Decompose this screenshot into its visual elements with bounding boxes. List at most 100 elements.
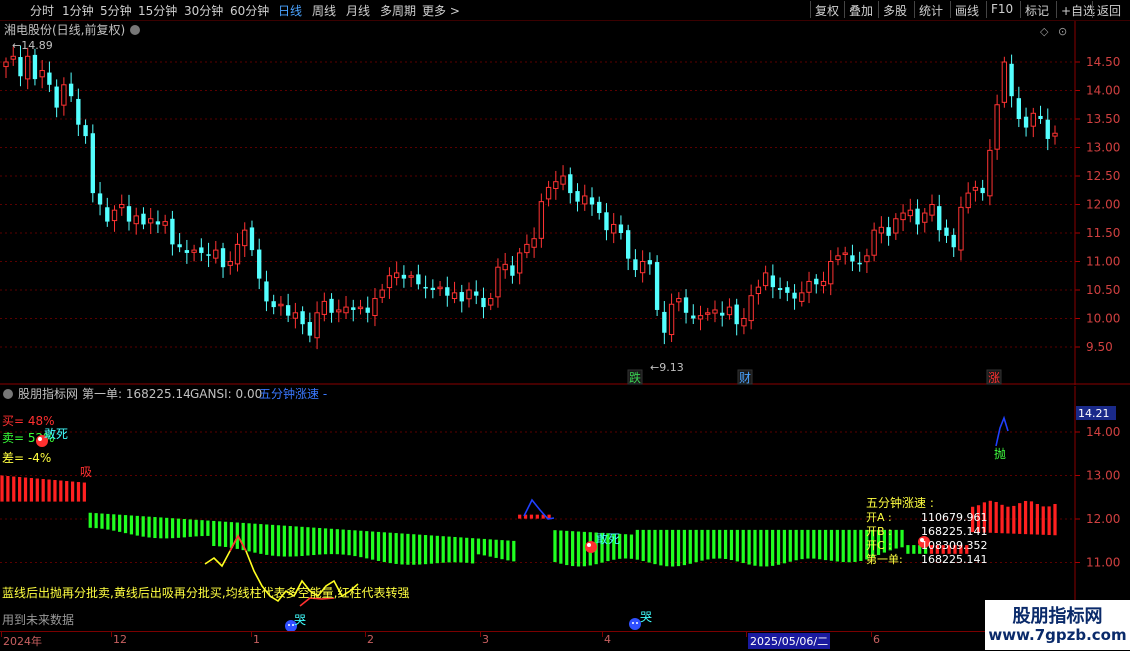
energy-bar [1018,503,1022,534]
date-label-4: 3 [482,633,489,646]
energy-bar [388,532,392,564]
energy-bar [165,517,169,539]
energy-bar [247,523,251,552]
energy-bar [1035,503,1039,535]
energy-bar [682,529,687,566]
energy-bar [1012,505,1016,534]
date-tick [365,632,366,637]
energy-bar [76,482,81,502]
energy-bar [370,531,375,560]
energy-bar [782,529,787,564]
energy-bar [706,529,710,560]
event-tag-2[interactable]: 涨 [986,369,1002,385]
period-tab-6[interactable]: 日线 [278,2,302,19]
energy-bar [6,476,10,502]
toolbar-button-4[interactable]: 画线 [950,1,983,18]
period-tab-8[interactable]: 月线 [346,2,370,19]
energy-bar [629,534,634,559]
indicator-tick-label: 13.00 [1086,469,1120,483]
energy-bar [0,475,4,502]
energy-bar [470,538,475,564]
date-tick [480,632,481,637]
toolbar-button-8[interactable]: 返回 [1092,1,1125,18]
energy-bar [288,526,292,557]
energy-bar [418,534,422,565]
price-tick-label: 14.00 [1086,84,1120,98]
energy-bar [123,515,128,534]
ku-signal: 哭 [640,610,652,624]
energy-bar [341,529,345,555]
energy-bar [894,529,898,549]
price-tick-label: 9.50 [1086,340,1113,354]
period-tab-10[interactable]: 更多 > [422,2,460,19]
energy-bar [576,531,581,567]
indicator-tick-label: 12.00 [1086,512,1120,526]
energy-bar [623,534,628,559]
energy-bar [653,529,657,565]
energy-bar [29,478,34,502]
energy-bar [729,529,734,561]
energy-bar [1041,506,1045,535]
period-tab-0[interactable]: 分时 [30,2,54,19]
energy-bar [712,529,716,559]
period-tab-3[interactable]: 15分钟 [138,2,177,19]
energy-bar [500,540,504,560]
energy-bar [459,537,463,563]
event-tag-text: 财 [739,371,751,385]
title-dropdown-icon[interactable] [130,25,140,35]
price-tick-label: 10.50 [1086,283,1120,297]
indicator-chart[interactable]: 14.0013.0012.0011.0014.21股朋指标网 第一单: 16822… [0,386,1130,631]
toolbar-button-3[interactable]: 统计 [914,1,947,18]
event-tag-0[interactable]: 跌 [627,369,643,385]
period-tab-1[interactable]: 1分钟 [62,2,94,19]
toolbar-button-0[interactable]: 复权 [810,1,843,18]
energy-bar [453,536,457,563]
speed-panel-key: 开A : [866,511,892,524]
energy-bar [223,521,228,547]
date-label-7: 6 [873,633,880,646]
toolbar-button-1[interactable]: 叠加 [844,1,877,18]
period-tab-9[interactable]: 多周期 [380,2,416,19]
energy-bar [447,536,451,563]
candle[interactable] [654,255,660,316]
energy-bar [194,519,198,537]
candle[interactable] [1001,56,1008,108]
energy-bar [1029,501,1034,535]
toolbar-button-2[interactable]: 多股 [878,1,911,18]
energy-bar [494,539,498,558]
toolbar-button-6[interactable]: 标记 [1020,1,1053,18]
period-tab-2[interactable]: 5分钟 [100,2,132,19]
energy-bar [88,512,92,528]
energy-bar [694,529,698,563]
energy-bar [94,513,98,529]
energy-bar [747,529,751,565]
energy-bar [853,529,857,562]
period-tab-4[interactable]: 30分钟 [184,2,223,19]
energy-bar [676,529,681,567]
candle[interactable] [90,124,95,203]
energy-bar [429,535,434,564]
energy-bar [329,528,334,555]
energy-bar [400,533,404,565]
energy-bar [535,514,539,519]
indicator-name: 股朋指标网 [18,386,78,401]
candlestick-chart[interactable]: 14.50 14.00 13.50 13.00 12.50 12.00 11.50 11.00… [0,21,1130,385]
energy-bar [141,516,145,537]
pao-signal: 抛 [994,446,1006,461]
event-tag-1[interactable]: 财 [737,369,753,385]
period-tab-7[interactable]: 周线 [312,2,336,19]
energy-bar [1023,500,1028,535]
energy-bar [23,477,28,502]
energy-bar [753,529,757,566]
speed-panel-key: 开B : [866,525,892,538]
energy-bar [659,529,663,566]
energy-bar [153,517,157,539]
indicator-dropdown-icon[interactable] [3,389,13,399]
energy-bar [435,535,439,564]
toolbar-button-5[interactable]: F10 [986,1,1017,18]
energy-bar [988,500,992,533]
diamond-icon: ◇ [1040,25,1049,38]
period-tab-5[interactable]: 60分钟 [230,2,269,19]
energy-bar [335,529,339,555]
speed-panel-value: 108309.352 [921,539,987,552]
